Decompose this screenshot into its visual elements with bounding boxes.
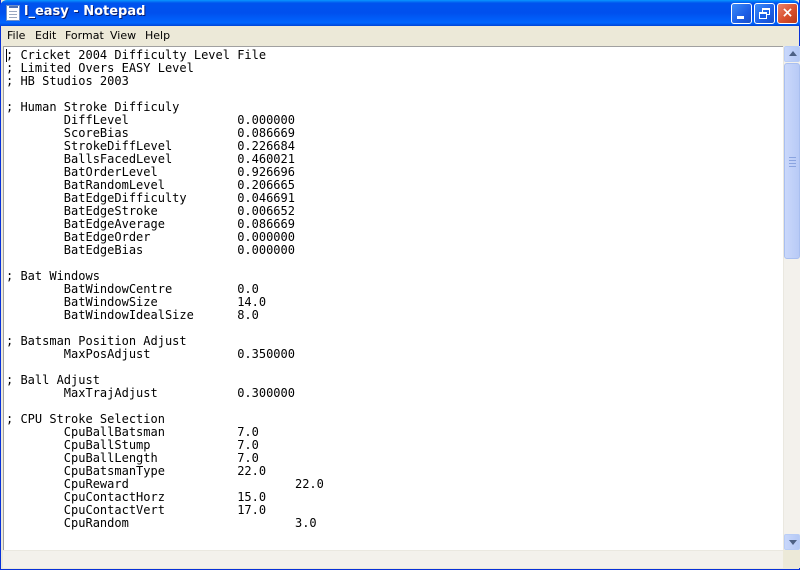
minimize-icon [737, 16, 744, 19]
text-caret [6, 49, 7, 62]
scroll-up-button[interactable] [784, 46, 800, 62]
grip-line [789, 166, 796, 167]
title-bar[interactable]: l_easy - Notepad × [0, 0, 800, 26]
vertical-scrollbar[interactable] [783, 46, 800, 550]
status-area [3, 550, 783, 568]
menu-format[interactable]: Format [61, 28, 108, 43]
restore-icon-front [759, 12, 767, 19]
grip-line [789, 160, 796, 161]
scroll-down-button[interactable] [784, 534, 800, 550]
menu-bar: File Edit Format View Help [1, 26, 799, 45]
notepad-icon[interactable] [6, 5, 20, 21]
grip-line [789, 157, 796, 158]
editor-text[interactable]: ; Cricket 2004 Difficulty Level File ; L… [4, 47, 783, 530]
restore-button[interactable] [754, 3, 775, 24]
close-button[interactable]: × [777, 3, 798, 24]
window-title: l_easy - Notepad [24, 4, 146, 19]
menu-edit[interactable]: Edit [31, 28, 60, 43]
menu-file[interactable]: File [3, 28, 29, 43]
text-editor[interactable]: ; Cricket 2004 Difficulty Level File ; L… [3, 46, 783, 550]
menu-help[interactable]: Help [141, 28, 174, 43]
scroll-thumb[interactable] [784, 63, 800, 259]
notepad-window: l_easy - Notepad × File Edit Format View… [0, 0, 800, 570]
minimize-button[interactable] [731, 3, 752, 24]
arrow-down-icon [789, 540, 797, 545]
close-icon: × [781, 5, 794, 21]
arrow-up-icon [789, 51, 797, 56]
resize-corner[interactable] [783, 550, 800, 568]
menu-view[interactable]: View [106, 28, 140, 43]
grip-line [789, 163, 796, 164]
